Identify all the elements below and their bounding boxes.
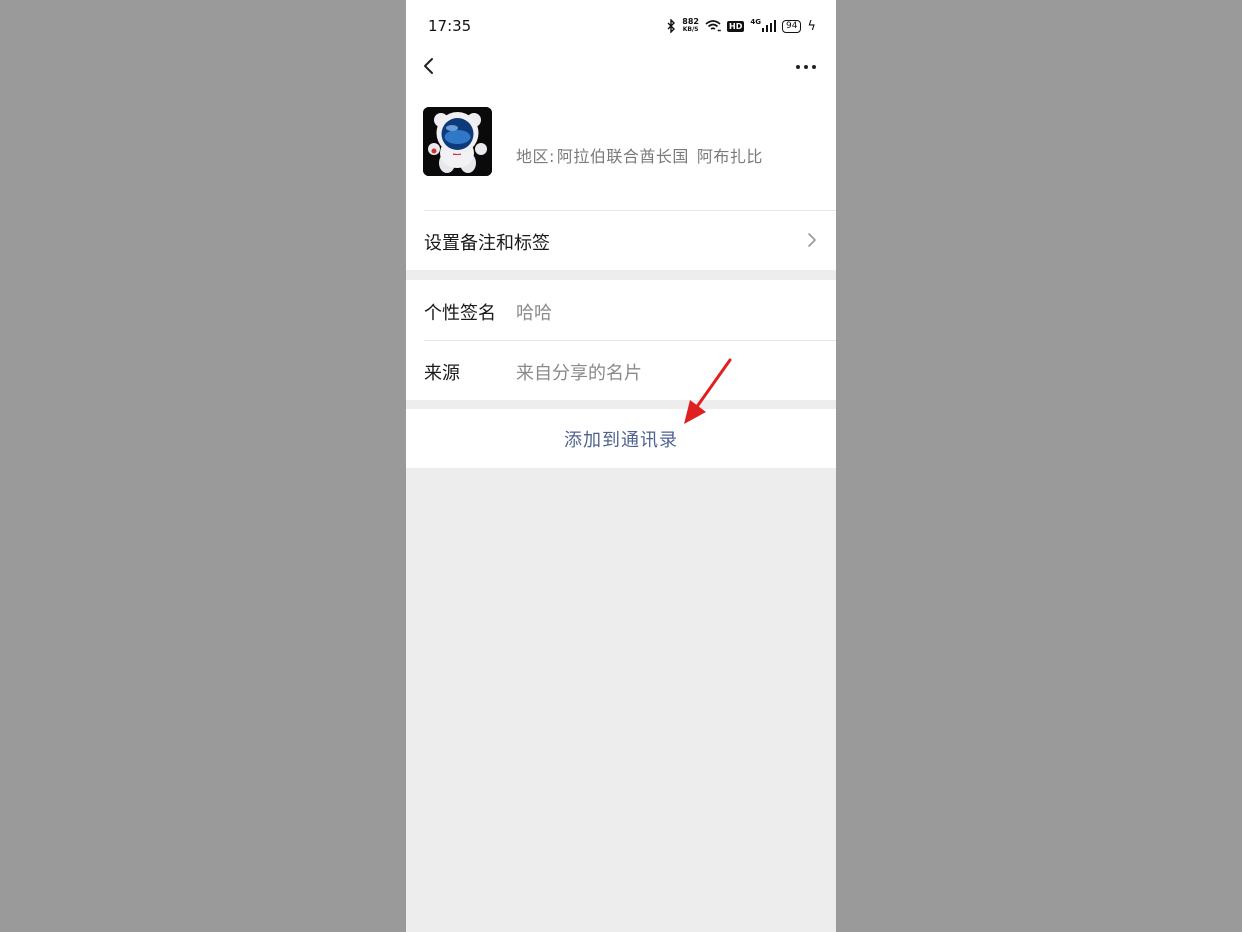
add-to-contacts-button[interactable]: 添加到通讯录 [406, 409, 836, 468]
battery-level: 94 [785, 20, 798, 31]
battery-icon: 94 [781, 19, 802, 33]
more-button[interactable] [788, 52, 824, 82]
astronaut-avatar-icon [423, 107, 492, 176]
network-speed: 882 KB/S [682, 18, 699, 34]
source-value: 来自分享的名片 [516, 363, 642, 384]
status-time: 17:35 [428, 17, 472, 35]
more-dot [812, 65, 816, 69]
remark-tags-row[interactable]: 设置备注和标签 [406, 210, 836, 270]
network-type: 4G [750, 18, 761, 26]
source-row: 来源 来自分享的名片 [406, 340, 836, 400]
wifi-icon [705, 20, 721, 32]
more-dot [804, 65, 808, 69]
avatar[interactable] [423, 107, 492, 176]
add-contact-row: 添加到通讯录 [406, 409, 836, 468]
signature-row: 个性签名 哈哈 [406, 280, 836, 340]
signature-key: 个性签名 [424, 303, 496, 324]
divider [424, 210, 836, 211]
charging-icon: ϟ [807, 18, 816, 34]
status-icons: 882 KB/S HD 4G 94 ϟ [667, 16, 816, 36]
annotation-arrow-icon [684, 358, 732, 424]
nav-bar [406, 50, 836, 90]
bluetooth-icon [667, 19, 676, 33]
remark-tags-label: 设置备注和标签 [424, 233, 550, 254]
region-info: 地区: 阿拉伯联合酋长国 阿布扎比 [516, 143, 763, 167]
speed-unit: KB/S [682, 26, 699, 33]
speed-value: 882 [682, 17, 699, 26]
status-bar: 17:35 882 KB/S HD 4G 94 ϟ [406, 0, 836, 50]
signature-value: 哈哈 [516, 303, 552, 324]
hd-badge: HD [727, 20, 745, 32]
divider [424, 340, 836, 341]
phone-screen: 17:35 882 KB/S HD 4G 94 ϟ 地区: 阿拉伯联合酋长国 阿… [406, 0, 836, 932]
back-icon[interactable] [418, 52, 448, 82]
signal-icon [761, 20, 776, 32]
region-label: 地区: [516, 147, 555, 166]
chevron-right-icon [808, 233, 816, 247]
more-dot [796, 65, 800, 69]
profile-header: 地区: 阿拉伯联合酋长国 阿布扎比 [406, 90, 836, 210]
source-key: 来源 [424, 363, 460, 384]
region-country: 阿拉伯联合酋长国 [556, 147, 689, 166]
region-city: 阿布扎比 [696, 147, 763, 166]
